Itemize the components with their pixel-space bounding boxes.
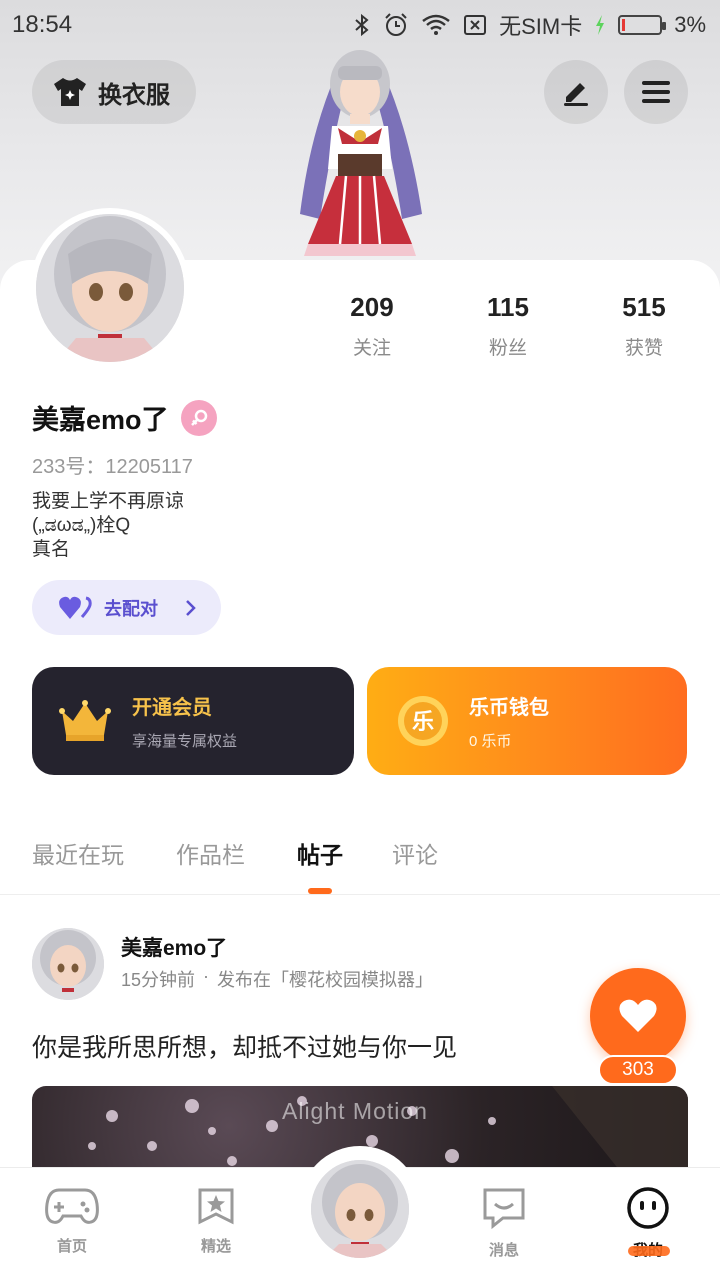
bookmark-star-icon: [198, 1188, 234, 1225]
change-outfit-label: 换衣服: [98, 81, 170, 109]
vip-title: 开通会员: [132, 697, 212, 719]
shirt-icon: [54, 78, 86, 106]
avatar-character-figure: [300, 50, 422, 256]
post-source-game[interactable]: 发布在「樱花校园模拟器」: [217, 966, 433, 992]
charging-icon: [596, 15, 605, 35]
status-time: 18:54: [12, 11, 73, 38]
profile-tabs: 最近在玩 作品栏 帖子 评论: [32, 836, 692, 876]
match-label: 去配对: [104, 598, 158, 619]
bio-line: 真名: [32, 539, 71, 560]
sim-status-text: 无SIM卡: [499, 14, 583, 39]
post-meta-separator: ·: [203, 966, 210, 986]
crown-icon: [59, 700, 111, 741]
avatar-image: [32, 928, 104, 1000]
no-sim-icon: [464, 15, 487, 35]
gamepad-icon: [45, 1188, 99, 1224]
alarm-icon: [385, 13, 407, 36]
chevron-right-icon: [186, 599, 196, 616]
profile-nickname: 美嘉emo了: [32, 398, 217, 437]
post-author-name[interactable]: 美嘉emo了: [121, 932, 227, 962]
female-gender-icon: [180, 399, 217, 436]
smiley-face-icon: [627, 1187, 669, 1229]
bio-line: 我要上学不再原谅: [32, 491, 185, 512]
stat-followers[interactable]: 115 粉丝: [448, 292, 568, 360]
status-bar: 18:54 无SIM卡 3%: [0, 0, 720, 50]
stat-value: 515: [622, 292, 666, 322]
coin-wallet-card[interactable]: 乐 乐币钱包 0 乐币: [367, 667, 687, 775]
heart-icon: [619, 999, 657, 1032]
coin-icon: 乐: [398, 696, 448, 746]
edit-profile-button[interactable]: [544, 60, 608, 124]
center-avatar-button[interactable]: [311, 1160, 409, 1258]
avatar-image: [311, 1160, 409, 1258]
stat-label: 获赞: [624, 338, 663, 359]
nav-featured[interactable]: 精选: [166, 1186, 266, 1256]
chat-bubble-icon: [483, 1188, 525, 1230]
profile-stats: 209 关注 115 粉丝 515 获赞: [300, 292, 720, 362]
wallet-title: 乐币钱包: [469, 697, 549, 719]
battery-percent: 3%: [674, 12, 706, 37]
media-watermark: Alight Motion: [282, 1098, 428, 1124]
avatar-image: [36, 214, 184, 362]
stat-value: 209: [350, 292, 394, 322]
profile-uid: 233号：12205117: [32, 456, 193, 478]
change-outfit-button[interactable]: 换衣服: [32, 60, 196, 124]
wifi-icon: [422, 14, 450, 35]
like-button[interactable]: [590, 968, 686, 1064]
tab-works[interactable]: 作品栏: [176, 836, 245, 870]
vip-subtitle: 享海量专属权益: [132, 733, 238, 750]
stat-value: 115: [487, 292, 529, 322]
profile-avatar[interactable]: [30, 208, 190, 368]
nav-label: 精选: [200, 1238, 231, 1255]
bluetooth-icon: [355, 13, 369, 37]
tab-recently-played[interactable]: 最近在玩: [32, 836, 124, 870]
nav-label: 首页: [56, 1238, 87, 1255]
post-meta: 15分钟前 · 发布在「樱花校园模拟器」: [121, 966, 433, 992]
tabs-divider: [0, 894, 720, 895]
menu-button[interactable]: [624, 60, 688, 124]
edit-icon: [564, 83, 588, 106]
like-count: 303: [598, 1055, 678, 1085]
nav-home[interactable]: 首页: [22, 1186, 122, 1256]
post-time: 15分钟前: [121, 970, 196, 990]
heart-pair-icon: [59, 596, 92, 619]
stat-likes[interactable]: 515 获赞: [584, 292, 704, 360]
bio-line: („ಡωಡ„)栓Q: [32, 515, 131, 536]
tab-comments[interactable]: 评论: [392, 836, 438, 870]
active-nav-indicator: [628, 1246, 670, 1256]
status-icons: 无SIM卡 3%: [353, 9, 706, 41]
match-button[interactable]: 去配对: [32, 580, 221, 635]
stat-following[interactable]: 209 关注: [312, 292, 432, 360]
wallet-balance: 0 乐币: [469, 733, 512, 750]
nav-label: 消息: [488, 1242, 519, 1259]
menu-icon: [642, 81, 670, 103]
battery-icon: [618, 15, 667, 35]
vip-membership-card[interactable]: 开通会员 享海量专属权益: [32, 667, 354, 775]
stat-label: 粉丝: [488, 338, 527, 359]
post-text[interactable]: 你是我所思所想，却抵不过她与你一见: [32, 1028, 457, 1064]
stat-label: 关注: [352, 338, 391, 359]
nickname-text: 美嘉emo了: [32, 405, 169, 435]
profile-bio: 我要上学不再原谅 („ಡωಡ„)栓Q 真名: [32, 490, 184, 562]
coin-char: 乐: [412, 710, 434, 735]
post-author-avatar[interactable]: [32, 928, 104, 1000]
tab-posts[interactable]: 帖子: [297, 836, 343, 870]
nav-messages[interactable]: 消息: [454, 1186, 554, 1260]
